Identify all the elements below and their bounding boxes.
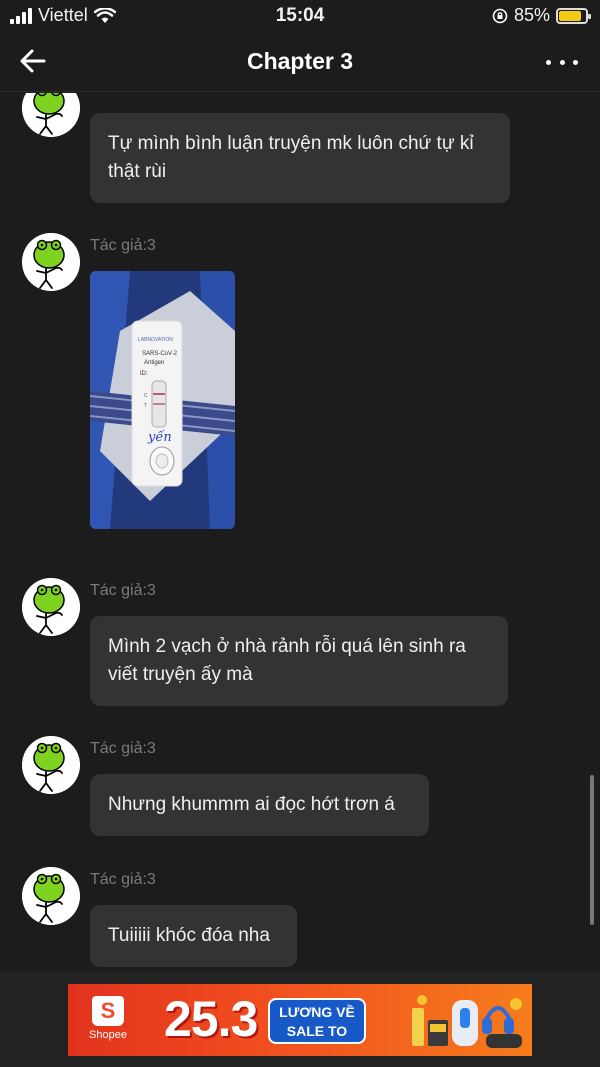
more-horizontal-icon xyxy=(546,59,551,65)
ad-tag: LƯƠNG VỀ SALE TO xyxy=(268,998,366,1044)
comment-author: Tác giả:3 xyxy=(90,582,156,599)
ad-tag-line2: SALE TO xyxy=(286,1023,348,1039)
avatar[interactable] xyxy=(22,233,80,291)
battery-icon xyxy=(556,7,591,24)
comment-bubble: Tuiiiii khóc đóa nha xyxy=(90,905,297,967)
ad-tag-line1: LƯƠNG VỀ xyxy=(279,1004,355,1020)
comment-text: Nhưng khummm ai đọc hớt trơn á xyxy=(108,794,395,815)
comment-author: Tác giả:3 xyxy=(90,237,156,254)
comment-text: Tuiiiii khóc đóa nha xyxy=(108,925,270,946)
frog-avatar-icon xyxy=(22,93,80,137)
frog-avatar-icon xyxy=(22,736,80,794)
more-button[interactable] xyxy=(546,50,578,74)
avatar[interactable] xyxy=(22,736,80,794)
svg-text:Antigen: Antigen xyxy=(144,360,164,366)
ad-products-image xyxy=(412,995,522,1048)
comment-bubble: Mình 2 vạch ở nhà rảnh rỗi quá lên sinh … xyxy=(90,616,508,706)
comment-list[interactable]: Tự mình bình luận truyện mk luôn chứ tự … xyxy=(0,93,600,971)
shopping-bag-icon: S xyxy=(92,996,124,1026)
page-title: Chapter 3 xyxy=(246,48,354,74)
orientation-lock-icon xyxy=(492,8,508,23)
ad-brand: Shopee xyxy=(89,1029,127,1041)
test-brand: LABNOVATION xyxy=(138,337,173,343)
comment-bubble: Nhưng khummm ai đọc hớt trơn á xyxy=(90,774,429,836)
antigen-test-photo: LABNOVATION SARS-CoV-2 Antigen ID: C T y… xyxy=(90,271,235,529)
ad-area: S Shopee 25.3 LƯƠNG VỀ SALE TO xyxy=(0,971,600,1067)
comment-author: Tác giả:3 xyxy=(90,740,156,757)
status-right: 85% xyxy=(492,5,591,26)
comment-image[interactable]: LABNOVATION SARS-CoV-2 Antigen ID: C T y… xyxy=(90,271,235,529)
avatar[interactable] xyxy=(22,867,80,925)
shopee-logo: S Shopee xyxy=(86,996,130,1046)
frog-avatar-icon xyxy=(22,578,80,636)
svg-text:T: T xyxy=(144,403,147,409)
battery-percent: 85% xyxy=(513,5,550,25)
frog-avatar-icon xyxy=(22,867,80,925)
comment-text: Tự mình bình luận truyện mk luôn chứ tự … xyxy=(108,133,474,182)
test-id: ID: xyxy=(140,371,148,377)
scrollbar[interactable] xyxy=(590,775,594,925)
ad-date: 25.3 xyxy=(164,991,258,1047)
avatar[interactable] xyxy=(22,93,80,137)
avatar[interactable] xyxy=(22,578,80,636)
comment-author: Tác giả:3 xyxy=(90,871,156,888)
comment-bubble: Tự mình bình luận truyện mk luôn chứ tự … xyxy=(90,113,510,203)
ad-banner[interactable]: S Shopee 25.3 LƯƠNG VỀ SALE TO xyxy=(68,984,532,1056)
svg-text:C: C xyxy=(144,393,148,399)
test-handwriting: yến xyxy=(147,429,172,445)
app-header: Chapter 3 xyxy=(0,32,600,92)
battery-level xyxy=(559,10,582,21)
status-bar: Viettel 15:04 85% xyxy=(0,0,600,32)
svg-text:SARS-CoV-2: SARS-CoV-2 xyxy=(142,351,178,357)
frog-avatar-icon xyxy=(22,233,80,291)
comment-text: Mình 2 vạch ở nhà rảnh rỗi quá lên sinh … xyxy=(108,636,466,685)
